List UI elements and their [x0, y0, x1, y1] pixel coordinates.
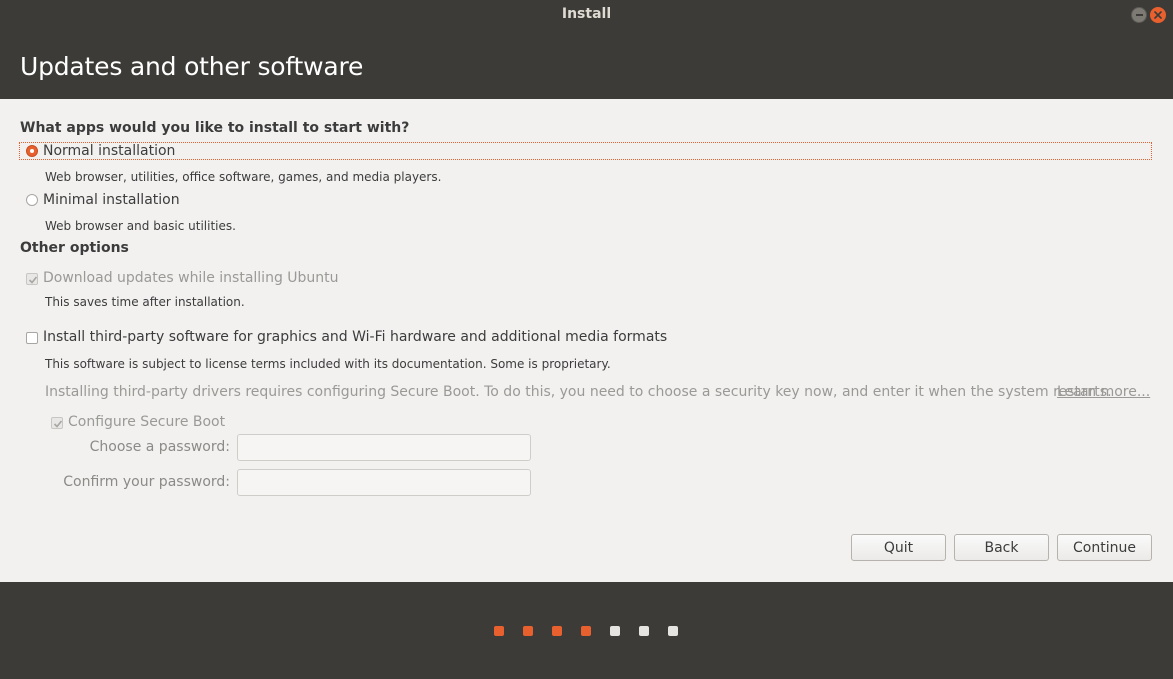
normal-installation-radio[interactable] — [26, 145, 38, 157]
progress-dot-2 — [523, 626, 533, 636]
main-content: What apps would you like to install to s… — [0, 99, 1173, 582]
progress-dot-7 — [668, 626, 678, 636]
progress-dot-5 — [610, 626, 620, 636]
configure-secure-boot-checkbox[interactable] — [51, 417, 63, 429]
footer — [0, 582, 1173, 679]
confirm-password-label: Confirm your password: — [63, 474, 230, 490]
quit-button[interactable]: Quit — [851, 534, 946, 561]
learn-more-link[interactable]: Learn more... — [1057, 384, 1150, 400]
close-icon[interactable] — [1150, 7, 1166, 23]
download-updates-checkbox[interactable] — [26, 273, 38, 285]
choose-password-label: Choose a password: — [89, 439, 230, 455]
confirm-password-field[interactable] — [237, 469, 531, 496]
progress-dot-4 — [581, 626, 591, 636]
third-party-checkbox[interactable] — [26, 332, 38, 344]
progress-dot-1 — [494, 626, 504, 636]
progress-dot-3 — [552, 626, 562, 636]
normal-installation-description: Web browser, utilities, office software,… — [45, 170, 442, 184]
secure-boot-info: Installing third-party drivers requires … — [45, 384, 1112, 400]
configure-secure-boot-label[interactable]: Configure Secure Boot — [68, 414, 225, 430]
other-options-heading: Other options — [20, 240, 129, 256]
third-party-label[interactable]: Install third-party software for graphic… — [43, 329, 667, 345]
minimal-installation-radio[interactable] — [26, 194, 38, 206]
back-button[interactable]: Back — [954, 534, 1049, 561]
window-titlebar: Install — [0, 0, 1173, 30]
continue-button[interactable]: Continue — [1057, 534, 1152, 561]
normal-installation-label[interactable]: Normal installation — [43, 143, 175, 159]
page-title: Updates and other software — [20, 52, 364, 81]
page-header: Updates and other software — [0, 30, 1173, 99]
progress-dot-6 — [639, 626, 649, 636]
third-party-description: This software is subject to license term… — [45, 357, 611, 371]
apps-heading: What apps would you like to install to s… — [20, 120, 410, 136]
focus-indicator — [19, 142, 1152, 160]
minimal-installation-description: Web browser and basic utilities. — [45, 219, 236, 233]
choose-password-field[interactable] — [237, 434, 531, 461]
download-updates-label[interactable]: Download updates while installing Ubuntu — [43, 270, 339, 286]
minimal-installation-label[interactable]: Minimal installation — [43, 192, 180, 208]
download-updates-description: This saves time after installation. — [45, 295, 245, 309]
window-title: Install — [561, 6, 612, 22]
minimize-icon[interactable] — [1131, 7, 1147, 23]
